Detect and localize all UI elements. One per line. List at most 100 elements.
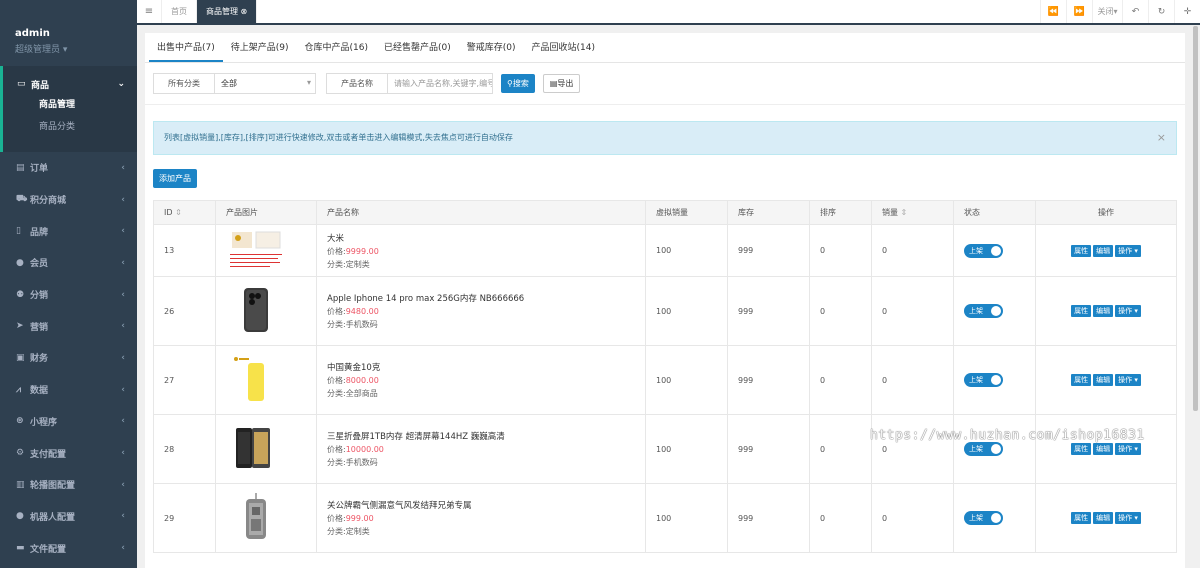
attr-button[interactable]: 属性 xyxy=(1071,443,1092,455)
search-button[interactable]: ⚲搜索 xyxy=(501,74,535,93)
export-button[interactable]: ▤导出 xyxy=(542,74,581,93)
chevron-left-icon: ‹ xyxy=(121,226,125,237)
cell-status: 上架 xyxy=(953,414,1036,484)
scroll-left-icon[interactable]: ⏪ xyxy=(1040,0,1066,23)
cell-virtual-sales[interactable]: 100 xyxy=(645,345,728,415)
attr-button[interactable]: 属性 xyxy=(1071,305,1092,317)
cell-stock[interactable]: 999 xyxy=(727,276,810,346)
product-thumbnail[interactable] xyxy=(226,493,286,543)
sidebar-item-goods-head[interactable]: ▭ 商品 ⌄ xyxy=(3,74,137,94)
back-icon[interactable]: ↶ xyxy=(1122,0,1148,23)
col-sales[interactable]: 销量 ⇕ xyxy=(871,200,954,225)
cell-stock[interactable]: 999 xyxy=(727,414,810,484)
cell-sort[interactable]: 0 xyxy=(809,483,872,553)
status-toggle[interactable]: 上架 xyxy=(964,511,1003,525)
sidebar-item[interactable]: ▣ 财务 ‹ xyxy=(0,342,137,374)
status-toggle[interactable]: 上架 xyxy=(964,304,1003,318)
cell-image xyxy=(215,345,317,415)
sidebar-sub-goods-manage[interactable]: 商品管理 xyxy=(3,94,137,116)
tab-home[interactable]: 首页 xyxy=(162,0,197,23)
refresh-icon[interactable]: ↻ xyxy=(1148,0,1174,23)
edit-button[interactable]: 编辑 xyxy=(1093,244,1114,257)
product-category: 分类:手机数码 xyxy=(327,320,378,329)
more-actions-button[interactable]: 操作 ▾ xyxy=(1115,305,1141,317)
sidebar-item[interactable]: ⚙ 支付配置 ‹ xyxy=(0,437,137,469)
cell-virtual-sales[interactable]: 100 xyxy=(645,224,728,277)
status-toggle[interactable]: 上架 xyxy=(964,373,1003,387)
more-actions-button[interactable]: 操作 ▾ xyxy=(1115,244,1141,257)
tab-warehouse[interactable]: 仓库中产品(16) xyxy=(297,33,376,62)
product-price: 价格:10000.00 xyxy=(327,445,384,454)
cell-name: 中国黄金10克 价格:8000.00 分类:全部商品 xyxy=(316,345,646,415)
cell-virtual-sales[interactable]: 100 xyxy=(645,276,728,346)
name-search-input[interactable]: 请输入产品名称,关键字,编号 xyxy=(388,78,492,89)
tab-goods-manage[interactable]: 商品管理 ⊗ xyxy=(197,0,258,23)
edit-button[interactable]: 编辑 xyxy=(1093,374,1114,386)
sidebar-item[interactable]: ▯ 品牌 ‹ xyxy=(0,215,137,247)
scroll-right-icon[interactable]: ⏩ xyxy=(1066,0,1092,23)
col-id[interactable]: ID ⇕ xyxy=(153,200,216,225)
status-toggle[interactable]: 上架 xyxy=(964,243,1003,258)
cell-stock[interactable]: 999 xyxy=(727,224,810,277)
category-select[interactable]: 全部 ▾ xyxy=(215,78,315,89)
tab-on-sale[interactable]: 出售中产品(7) xyxy=(149,33,223,62)
cell-virtual-sales[interactable]: 100 xyxy=(645,483,728,553)
user-role[interactable]: 超级管理员 ▾ xyxy=(15,42,137,55)
cell-sort[interactable]: 0 xyxy=(809,224,872,277)
product-name: 三星折叠屏1TB内存 超清屏幕144HZ 巍巍高清 xyxy=(327,432,505,442)
close-menu-button[interactable]: 关闭 ▾ xyxy=(1092,0,1122,23)
sidebar-item[interactable]: ▬ 文件配置 ‹ xyxy=(0,532,137,564)
edit-button[interactable]: 编辑 xyxy=(1093,512,1114,524)
attr-button[interactable]: 属性 xyxy=(1071,374,1092,386)
product-category: 分类:定制类 xyxy=(327,527,370,536)
cell-virtual-sales[interactable]: 100 xyxy=(645,414,728,484)
col-stock: 库存 xyxy=(727,200,810,225)
more-actions-button[interactable]: 操作 ▾ xyxy=(1115,512,1141,524)
cell-status: 上架 xyxy=(953,345,1036,415)
sidebar-item[interactable]: ▥ 轮播图配置 ‹ xyxy=(0,469,137,501)
product-thumbnail[interactable] xyxy=(226,424,286,474)
more-actions-button[interactable]: 操作 ▾ xyxy=(1115,374,1141,386)
product-thumbnail[interactable] xyxy=(226,226,286,276)
tablet-icon: ▯ xyxy=(16,226,21,237)
sidebar-item[interactable]: ● 机器人配置 ‹ xyxy=(0,501,137,533)
tab-alert-stock[interactable]: 警戒库存(0) xyxy=(459,33,524,62)
cell-actions: 属性 编辑 操作 ▾ xyxy=(1035,414,1177,484)
cell-status: 上架 xyxy=(953,276,1036,346)
sidebar-item[interactable]: ⚉ 分销 ‹ xyxy=(0,279,137,311)
slides-icon: ▥ xyxy=(16,479,25,490)
more-actions-button[interactable]: 操作 ▾ xyxy=(1115,443,1141,455)
close-tab-icon[interactable]: ⊗ xyxy=(241,7,248,16)
cell-stock[interactable]: 999 xyxy=(727,483,810,553)
sidebar-sub-goods-category[interactable]: 商品分类 xyxy=(3,116,137,138)
sidebar-item[interactable]: ● 会员 ‹ xyxy=(0,247,137,279)
edit-button[interactable]: 编辑 xyxy=(1093,443,1114,455)
tab-pending[interactable]: 待上架产品(9) xyxy=(223,33,297,62)
cell-sort[interactable]: 0 xyxy=(809,414,872,484)
menu-toggle-icon[interactable]: ≡ xyxy=(137,0,162,23)
cell-sales: 0 xyxy=(871,345,954,415)
add-product-button[interactable]: 添加产品 xyxy=(153,169,197,188)
cell-sort[interactable]: 0 xyxy=(809,345,872,415)
sidebar-item[interactable]: ⩘ 数据 ‹ xyxy=(0,374,137,406)
tab-recycle-bin[interactable]: 产品回收站(14) xyxy=(523,33,602,62)
tab-sold-out[interactable]: 已经售罄产品(0) xyxy=(376,33,459,62)
fullscreen-icon[interactable]: ✛ xyxy=(1174,0,1200,23)
attr-button[interactable]: 属性 xyxy=(1071,244,1092,257)
sidebar-item[interactable]: ⊛ 小程序 ‹ xyxy=(0,406,137,438)
product-thumbnail[interactable] xyxy=(226,286,286,336)
product-thumbnail[interactable] xyxy=(226,355,286,405)
sidebar-item[interactable]: ➤ 营销 ‹ xyxy=(0,310,137,342)
sidebar-item[interactable]: ▤ 订单 ‹ xyxy=(0,152,137,184)
chevron-left-icon: ‹ xyxy=(121,448,125,459)
cell-stock[interactable]: 999 xyxy=(727,345,810,415)
edit-button[interactable]: 编辑 xyxy=(1093,305,1114,317)
status-toggle[interactable]: 上架 xyxy=(964,442,1003,456)
cell-sort[interactable]: 0 xyxy=(809,276,872,346)
attr-button[interactable]: 属性 xyxy=(1071,512,1092,524)
page-scrollbar[interactable] xyxy=(1193,26,1198,411)
sidebar-item[interactable]: ⛟ 积分商城 ‹ xyxy=(0,184,137,216)
user-panel[interactable]: admin 超级管理员 ▾ xyxy=(0,0,137,66)
close-icon[interactable]: × xyxy=(1157,122,1166,154)
users-icon: ⚉ xyxy=(16,289,25,300)
